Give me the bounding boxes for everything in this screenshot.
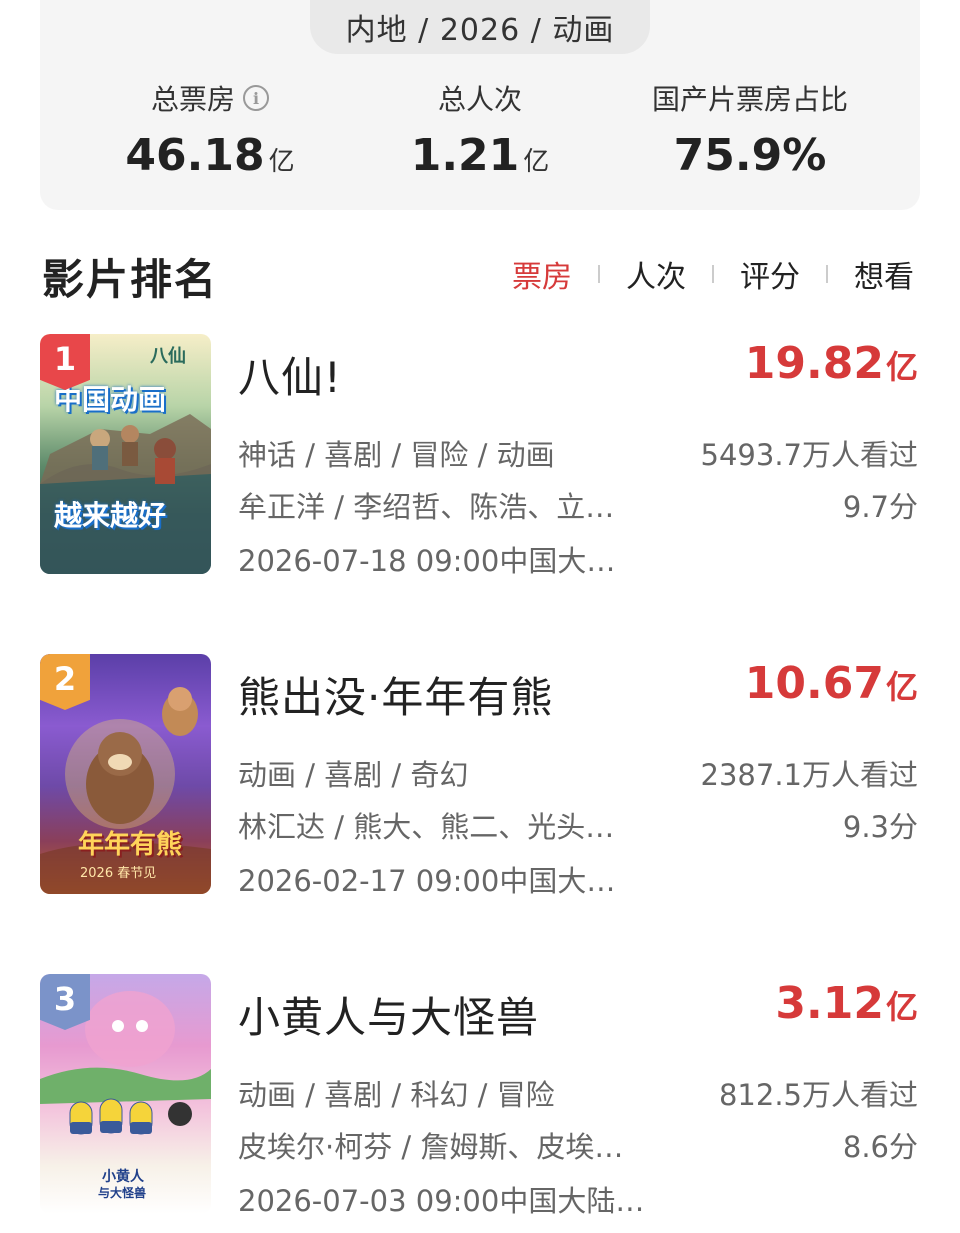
stat-total-admissions: 总人次 1.21 亿	[380, 78, 580, 181]
movie-genres: 动画 / 喜剧 / 奇幻	[238, 758, 469, 792]
movie-cast: 皮埃尔·柯芬 / 詹姆斯、皮埃…	[238, 1130, 624, 1164]
movie-item[interactable]: 小黄人 与大怪兽 3 小黄人与大怪兽 3.12 亿 动画 / 喜剧 / 科幻 /…	[0, 974, 960, 1224]
poster-headline: 小黄人	[102, 1169, 144, 1185]
rank-badge: 3	[40, 974, 90, 1030]
movie-poster[interactable]: 八仙 中国动画 越来越好 1	[40, 334, 211, 574]
rank-badge: 1	[40, 334, 90, 390]
tab-want-to-see[interactable]: 想看	[850, 252, 918, 296]
movie-genres: 神话 / 喜剧 / 冒险 / 动画	[238, 438, 555, 472]
box-office-value: 10.67 亿	[745, 658, 918, 709]
stat-value: 46.18	[125, 130, 265, 181]
movie-genres: 动画 / 喜剧 / 科幻 / 冒险	[238, 1078, 555, 1112]
movie-title[interactable]: 熊出没·年年有熊	[238, 664, 553, 725]
box-office-unit: 亿	[885, 988, 918, 1026]
filter-selector[interactable]: 内地 / 2026 / 动画	[310, 0, 650, 54]
movie-cast: 林汇达 / 熊大、熊二、光头…	[238, 810, 615, 844]
sort-tabs: 票房 人次 评分 想看	[508, 252, 918, 296]
poster-logo: 八仙	[150, 346, 186, 367]
movie-viewers: 812.5万人看过	[718, 1078, 918, 1112]
rank-badge: 2	[40, 654, 90, 710]
stat-unit: 亿	[523, 147, 550, 177]
movie-release: 2026-02-17 09:00中国大…	[238, 864, 616, 898]
movie-release: 2026-07-03 09:00中国大陆…	[238, 1184, 645, 1218]
movie-viewers: 5493.7万人看过	[700, 438, 918, 472]
box-office-number: 19.82	[744, 338, 884, 389]
movie-release: 2026-07-18 09:00中国大…	[238, 544, 616, 578]
movie-score: 9.3分	[842, 810, 918, 844]
movie-score: 9.7分	[842, 490, 918, 524]
divider	[712, 265, 714, 283]
stat-label: 总人次	[437, 83, 522, 116]
filter-label: 内地 / 2026 / 动画	[345, 13, 615, 48]
movie-item[interactable]: 八仙 中国动画 越来越好 1 八仙! 19.82 亿 神话 / 喜剧 / 冒险 …	[0, 334, 960, 584]
poster-tagline: 2026 春节见	[80, 866, 157, 881]
movie-title[interactable]: 八仙!	[238, 344, 342, 405]
stat-total-box-office: 总票房 i 46.18 亿	[110, 78, 310, 181]
section-title: 影片排名	[42, 255, 219, 304]
box-office-unit: 亿	[885, 348, 918, 386]
divider	[826, 265, 828, 283]
movie-cast: 牟正洋 / 李绍哲、陈浩、立…	[238, 490, 615, 524]
stat-label: 国产片票房占比	[651, 83, 848, 116]
movie-score: 8.6分	[842, 1130, 918, 1164]
tab-rating[interactable]: 评分	[736, 252, 804, 296]
poster-tagline: 与大怪兽	[98, 1186, 147, 1200]
poster-tagline: 越来越好	[54, 499, 167, 532]
movie-poster[interactable]: 年年有熊 2026 春节见 2	[40, 654, 211, 894]
poster-headline: 年年有熊	[78, 830, 183, 860]
box-office-unit: 亿	[885, 668, 918, 706]
stat-value: 1.21	[410, 130, 520, 181]
tab-box-office[interactable]: 票房	[508, 252, 576, 296]
movie-item[interactable]: 年年有熊 2026 春节见 2 熊出没·年年有熊 10.67 亿 动画 / 喜剧…	[0, 654, 960, 904]
box-office-number: 10.67	[744, 658, 884, 709]
movie-poster[interactable]: 小黄人 与大怪兽 3	[40, 974, 211, 1214]
movie-viewers: 2387.1万人看过	[700, 758, 918, 792]
divider	[598, 265, 600, 283]
tab-admissions[interactable]: 人次	[622, 252, 690, 296]
info-icon[interactable]: i	[243, 85, 269, 111]
stat-unit: 亿	[268, 147, 295, 177]
stat-domestic-share: 国产片票房占比 75.9%	[630, 78, 870, 181]
stat-value: 75.9%	[673, 130, 827, 181]
box-office-number: 3.12	[775, 978, 884, 1029]
box-office-value: 19.82 亿	[745, 338, 918, 389]
movie-title[interactable]: 小黄人与大怪兽	[238, 984, 539, 1045]
box-office-value: 3.12 亿	[775, 978, 918, 1029]
stat-label: 总票房	[150, 83, 235, 116]
